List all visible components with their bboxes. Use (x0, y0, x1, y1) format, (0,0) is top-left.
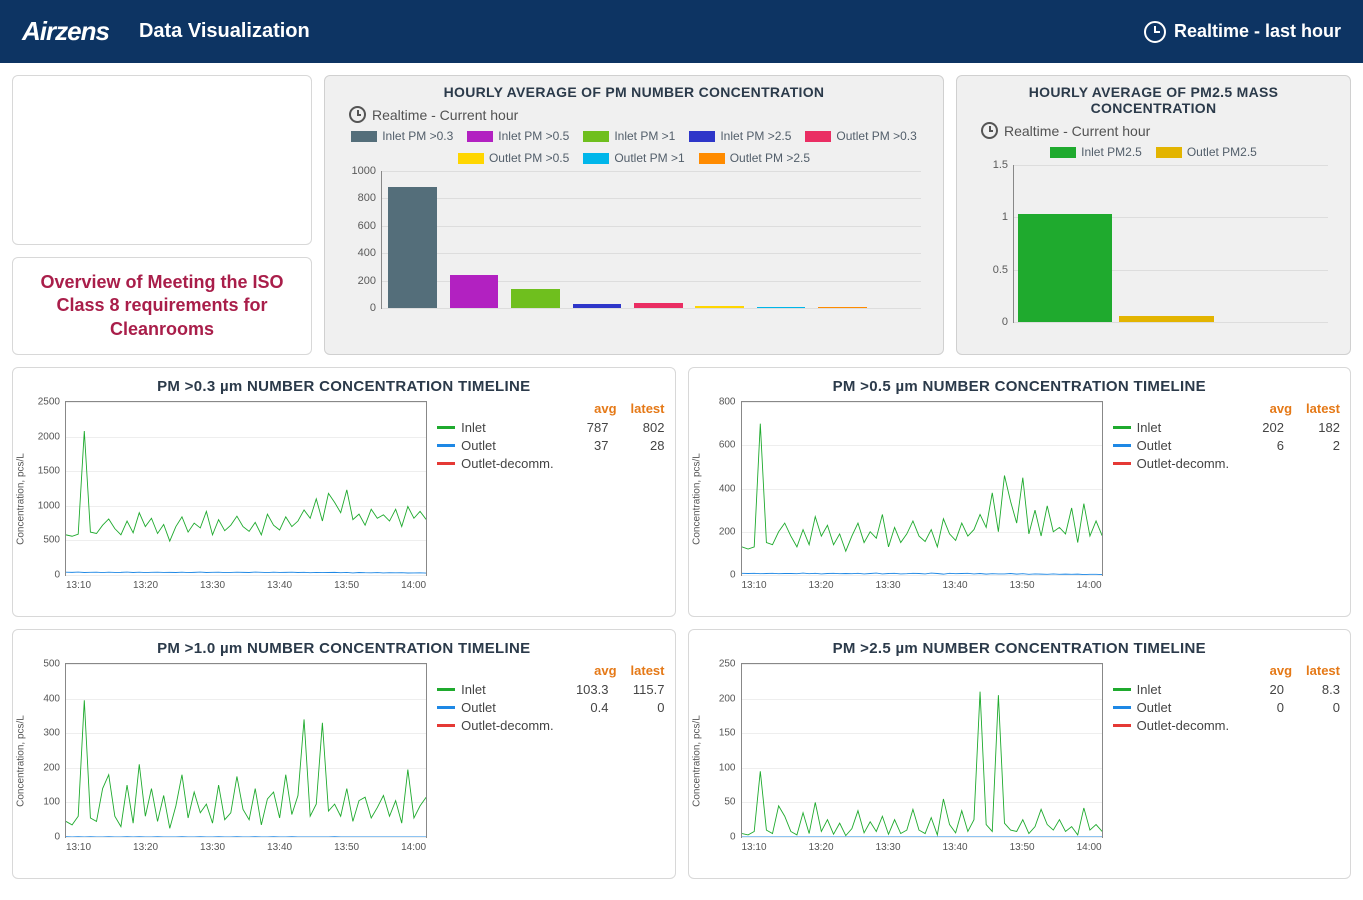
bar-chart-pm-number: HOURLY AVERAGE OF PM NUMBER CONCENTRATIO… (324, 75, 944, 355)
timeline-pm03: PM >0.3 µm NUMBER CONCENTRATION TIMELINE… (12, 367, 676, 617)
chart-title: HOURLY AVERAGE OF PM2.5 MASS CONCENTRATI… (969, 84, 1338, 116)
y-axis-label: Concentration, pcs/L (16, 715, 27, 807)
chart-title: PM >1.0 µm NUMBER CONCENTRATION TIMELINE (23, 640, 665, 657)
chart-wrap: Concentration, pcs/L 05010015020025013:1… (699, 663, 1103, 858)
chart-subtitle: Realtime - Current hour (349, 106, 931, 123)
top-grid: Overview of Meeting the ISO Class 8 requ… (0, 63, 1363, 367)
chart-plot-area: 02004006008001000 (381, 171, 921, 309)
chart-plot-area: 0500100015002000250013:1013:2013:3013:40… (65, 401, 427, 576)
chart-title: HOURLY AVERAGE OF PM NUMBER CONCENTRATIO… (337, 84, 931, 100)
y-axis-label: Concentration, pcs/L (16, 453, 27, 545)
timeline-grid: PM >0.3 µm NUMBER CONCENTRATION TIMELINE… (0, 367, 1363, 891)
logo: AAirzensirzens (22, 16, 109, 47)
timeline-pm05: PM >0.5 µm NUMBER CONCENTRATION TIMELINE… (688, 367, 1352, 617)
page-title: Data Visualization (139, 20, 310, 43)
chart-plot-area: 010020030040050013:1013:2013:3013:4013:5… (65, 663, 427, 838)
y-axis-label: Concentration, pcs/L (691, 453, 702, 545)
app-header: AAirzensirzens Data Visualization Realti… (0, 0, 1363, 63)
realtime-selector[interactable]: Realtime - last hour (1144, 21, 1341, 43)
iso-panel[interactable]: Overview of Meeting the ISO Class 8 requ… (12, 257, 312, 355)
clock-icon (349, 106, 366, 123)
chart-plot-area: 00.511.5 (1013, 165, 1328, 323)
chart-wrap: Concentration, pcs/L 020040060080013:101… (699, 401, 1103, 596)
chart-title: PM >2.5 µm NUMBER CONCENTRATION TIMELINE (699, 640, 1341, 657)
left-column: Overview of Meeting the ISO Class 8 requ… (12, 75, 312, 355)
header-left: AAirzensirzens Data Visualization (22, 16, 310, 47)
timeline-pm10: PM >1.0 µm NUMBER CONCENTRATION TIMELINE… (12, 629, 676, 879)
chart-title: PM >0.5 µm NUMBER CONCENTRATION TIMELINE (699, 378, 1341, 395)
clock-icon (1144, 21, 1166, 43)
chart-legend: avglatest Inlet103.3115.7 Outlet0.40 Out… (437, 663, 664, 858)
chart-legend: avglatest Inlet208.3 Outlet00 Outlet-dec… (1113, 663, 1340, 858)
chart-title: PM >0.3 µm NUMBER CONCENTRATION TIMELINE (23, 378, 665, 395)
chart-wrap: Concentration, pcs/L 010020030040050013:… (23, 663, 427, 858)
chart-wrap: Concentration, pcs/L 0500100015002000250… (23, 401, 427, 596)
bar-chart-pm25-mass: HOURLY AVERAGE OF PM2.5 MASS CONCENTRATI… (956, 75, 1351, 355)
iso-text: Overview of Meeting the ISO Class 8 requ… (23, 271, 301, 341)
chart-subtitle: Realtime - Current hour (981, 122, 1338, 139)
y-axis-label: Concentration, pcs/L (691, 715, 702, 807)
chart-legend: Inlet PM2.5Outlet PM2.5 (969, 145, 1338, 159)
chart-plot-area: 05010015020025013:1013:2013:3013:4013:50… (741, 663, 1103, 838)
clock-icon (981, 122, 998, 139)
chart-plot-area: 020040060080013:1013:2013:3013:4013:5014… (741, 401, 1103, 576)
chart-legend: Inlet PM >0.3Inlet PM >0.5Inlet PM >1Inl… (337, 129, 931, 165)
blank-panel (12, 75, 312, 245)
chart-legend: avglatest Inlet787802 Outlet3728 Outlet-… (437, 401, 664, 596)
chart-legend: avglatest Inlet202182 Outlet62 Outlet-de… (1113, 401, 1340, 596)
realtime-label: Realtime - last hour (1174, 21, 1341, 42)
timeline-pm25: PM >2.5 µm NUMBER CONCENTRATION TIMELINE… (688, 629, 1352, 879)
